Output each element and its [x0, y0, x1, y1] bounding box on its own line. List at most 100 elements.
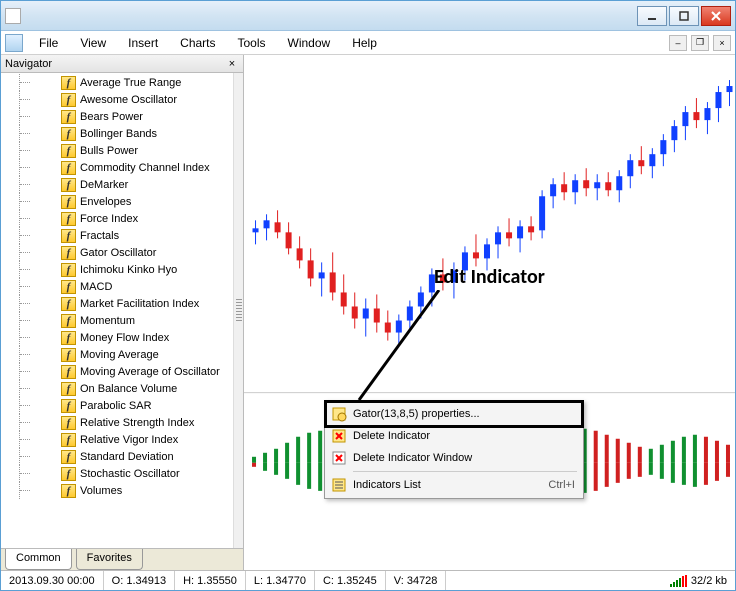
context-menu: Gator(13,8,5) properties... Delete Indic…	[324, 400, 584, 499]
indicator-item[interactable]: fMomentum	[1, 312, 243, 329]
app-window: File View Insert Charts Tools Window Hel…	[0, 0, 736, 591]
indicator-item[interactable]: f Moving Average of Oscillator	[1, 363, 243, 380]
indicator-item[interactable]: f Envelopes	[1, 193, 243, 210]
indicator-label: Ichimoku Kinko Hyo	[80, 264, 177, 276]
function-icon: f	[61, 365, 76, 379]
ctx-delete-window[interactable]: Delete Indicator Window	[327, 447, 581, 469]
statusbar: 2013.09.30 00:00 O: 1.34913 H: 1.35550 L…	[1, 570, 735, 590]
function-icon: f	[61, 76, 76, 90]
indicator-label: Relative Strength Index	[80, 417, 194, 429]
ctx-delete-window-label: Delete Indicator Window	[353, 452, 472, 464]
indicator-label: Commodity Channel Index	[80, 162, 210, 174]
navigator-tabs: Common Favorites	[1, 548, 243, 570]
indicator-item[interactable]: f Ichimoku Kinko Hyo	[1, 261, 243, 278]
indicator-label: Fractals	[80, 230, 119, 242]
menu-insert[interactable]: Insert	[118, 33, 168, 53]
indicator-item[interactable]: f Relative Strength Index	[1, 414, 243, 431]
indicator-item[interactable]: fParabolic SAR	[1, 397, 243, 414]
annotation-label: Edit Indicator	[434, 265, 545, 289]
function-icon: f	[61, 416, 76, 430]
menu-window[interactable]: Window	[278, 33, 341, 53]
inner-minimize-button[interactable]: –	[669, 35, 687, 51]
ctx-properties[interactable]: Gator(13,8,5) properties...	[327, 403, 581, 425]
indicator-item[interactable]: fMACD	[1, 278, 243, 295]
menu-tools[interactable]: Tools	[228, 33, 276, 53]
indicator-item[interactable]: fGator Oscillator	[1, 244, 243, 261]
indicator-item[interactable]: fVolumes	[1, 482, 243, 499]
function-icon: f	[61, 212, 76, 226]
menu-help[interactable]: Help	[342, 33, 387, 53]
tab-favorites[interactable]: Favorites	[76, 549, 143, 570]
function-icon: f	[61, 433, 76, 447]
indicator-label: Envelopes	[80, 196, 131, 208]
indicator-label: Force Index	[80, 213, 138, 225]
indicator-item[interactable]: fAwesome Oscillator	[1, 91, 243, 108]
function-icon: f	[61, 178, 76, 192]
ctx-indicators-list[interactable]: Indicators List Ctrl+I	[327, 474, 581, 496]
ctx-delete-indicator[interactable]: Delete Indicator	[327, 425, 581, 447]
content-area: Navigator × f Average True Range fAwesome …	[1, 55, 735, 570]
function-icon: f	[61, 263, 76, 277]
maximize-button[interactable]	[669, 6, 699, 26]
indicator-item[interactable]: fStandard Deviation	[1, 448, 243, 465]
inner-restore-button[interactable]: ❐	[691, 35, 709, 51]
indicator-item[interactable]: fBears Power	[1, 108, 243, 125]
menu-view[interactable]: View	[70, 33, 116, 53]
menu-charts[interactable]: Charts	[170, 33, 225, 53]
function-icon: f	[61, 195, 76, 209]
indicator-item[interactable]: fFractals	[1, 227, 243, 244]
close-button[interactable]	[701, 6, 731, 26]
indicator-item[interactable]: f DeMarker	[1, 176, 243, 193]
connection-bars-icon	[670, 575, 687, 587]
function-icon: f	[61, 93, 76, 107]
app-icon	[5, 8, 21, 24]
indicator-label: On Balance Volume	[80, 383, 177, 395]
navigator-title: Navigator	[5, 58, 52, 70]
indicator-item[interactable]: fStochastic Oscillator	[1, 465, 243, 482]
indicator-label: DeMarker	[80, 179, 128, 191]
menu-file[interactable]: File	[29, 33, 68, 53]
indicator-item[interactable]: f On Balance Volume	[1, 380, 243, 397]
navigator-header: Navigator ×	[1, 55, 243, 73]
indicator-item[interactable]: fMoney Flow Index	[1, 329, 243, 346]
navigator-close-icon[interactable]: ×	[225, 58, 239, 70]
tab-common[interactable]: Common	[5, 549, 72, 570]
navigator-scrollbar[interactable]	[233, 73, 243, 548]
indicator-item[interactable]: fMarket Facilitation Index	[1, 295, 243, 312]
indicator-label: Bulls Power	[80, 145, 138, 157]
indicator-label: Moving Average of Oscillator	[80, 366, 220, 378]
status-open: O: 1.34913	[104, 571, 175, 590]
ctx-list-accel: Ctrl+I	[528, 479, 575, 491]
indicator-label: Relative Vigor Index	[80, 434, 178, 446]
titlebar	[1, 1, 735, 31]
indicator-item[interactable]: f Bollinger Bands	[1, 125, 243, 142]
indicator-item[interactable]: f Relative Vigor Index	[1, 431, 243, 448]
indicator-label: Average True Range	[80, 77, 181, 89]
status-connection[interactable]: 32/2 kb	[662, 571, 735, 590]
chart-area[interactable]: Edit Indicator Gator(13,8,5) properties.…	[244, 55, 735, 570]
ctx-separator	[353, 471, 577, 472]
function-icon: f	[61, 161, 76, 175]
function-icon: f	[61, 348, 76, 362]
function-icon: f	[61, 127, 76, 141]
status-volume: V: 34728	[386, 571, 447, 590]
indicator-label: Momentum	[80, 315, 135, 327]
indicator-label: Bollinger Bands	[80, 128, 157, 140]
function-icon: f	[61, 280, 76, 294]
indicator-item[interactable]: f Commodity Channel Index	[1, 159, 243, 176]
function-icon: f	[61, 382, 76, 396]
status-low: L: 1.34770	[246, 571, 315, 590]
indicator-item[interactable]: f Force Index	[1, 210, 243, 227]
indicator-label: Parabolic SAR	[80, 400, 152, 412]
function-icon: f	[61, 297, 76, 311]
inner-close-button[interactable]: ×	[713, 35, 731, 51]
function-icon: f	[61, 110, 76, 124]
minimize-button[interactable]	[637, 6, 667, 26]
platform-icon	[5, 34, 23, 52]
status-net: 32/2 kb	[691, 575, 727, 587]
indicator-item[interactable]: f Average True Range	[1, 74, 243, 91]
navigator-tree[interactable]: fAverage True RangefAwesome OscillatorfB…	[1, 73, 243, 548]
indicator-label: Stochastic Oscillator	[80, 468, 180, 480]
indicator-item[interactable]: fBulls Power	[1, 142, 243, 159]
indicator-item[interactable]: fMoving Average	[1, 346, 243, 363]
